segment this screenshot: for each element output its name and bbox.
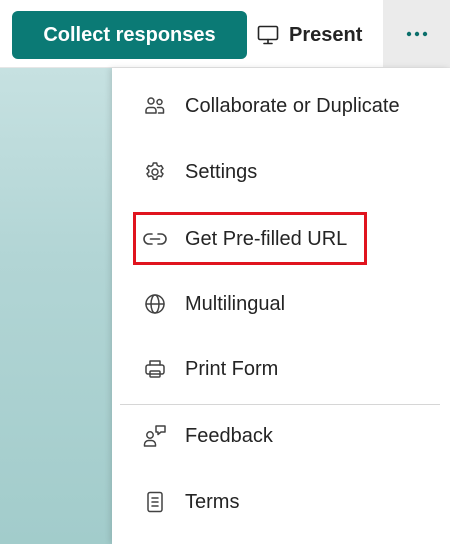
link-icon <box>142 226 168 252</box>
menu-item-label: Terms <box>185 490 240 513</box>
gear-icon <box>142 159 168 185</box>
people-icon <box>142 93 168 119</box>
present-label: Present <box>289 23 363 46</box>
menu-divider <box>120 404 440 405</box>
menu-item-label: Collaborate or Duplicate <box>185 94 400 117</box>
menu-item-label: Print Form <box>185 357 279 380</box>
menu-item-collaborate[interactable]: Collaborate or Duplicate <box>112 80 450 132</box>
menu-item-multilingual[interactable]: Multilingual <box>112 278 450 330</box>
menu-item-settings[interactable]: Settings <box>112 146 450 198</box>
menu-item-print-form[interactable]: Print Form <box>112 343 450 395</box>
menu-item-get-prefilled-url[interactable]: Get Pre-filled URL <box>112 213 450 265</box>
menu-item-terms[interactable]: Terms <box>112 476 450 528</box>
menu-item-feedback[interactable]: Feedback <box>112 410 450 462</box>
top-bar: Collect responses Present <box>0 0 450 68</box>
menu-item-label: Get Pre-filled URL <box>185 227 348 250</box>
more-options-menu: Collaborate or Duplicate Settings Get Pr… <box>112 68 450 544</box>
more-options-button[interactable] <box>383 0 450 67</box>
menu-item-label: Settings <box>185 160 258 183</box>
feedback-icon <box>142 423 168 449</box>
globe-icon <box>142 291 168 317</box>
present-button[interactable]: Present <box>256 12 374 58</box>
ellipsis-icon <box>406 31 428 37</box>
document-icon <box>142 489 168 515</box>
menu-item-label: Feedback <box>185 424 273 447</box>
menu-item-label: Multilingual <box>185 292 286 315</box>
collect-responses-button[interactable]: Collect responses <box>12 11 247 59</box>
form-background <box>0 68 113 544</box>
printer-icon <box>142 356 168 382</box>
monitor-icon <box>256 23 280 47</box>
